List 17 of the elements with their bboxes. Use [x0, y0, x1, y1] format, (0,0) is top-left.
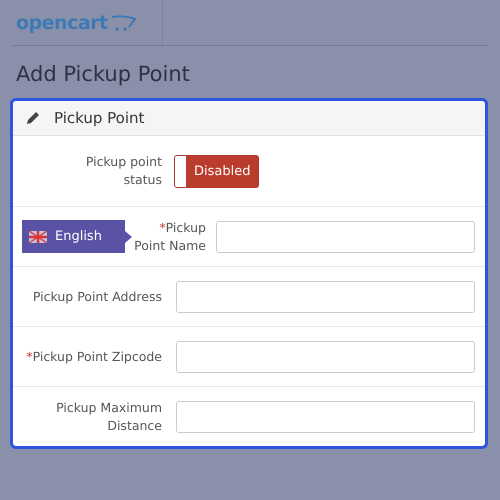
- field-label: *Pickup Point Name: [133, 218, 207, 254]
- input-field[interactable]: [176, 340, 475, 372]
- logo-text: opencart: [16, 12, 108, 34]
- flag-icon: [29, 230, 47, 242]
- field-label: Pickup Maximum Distance: [55, 398, 163, 434]
- pencil-icon: [26, 111, 40, 125]
- field-label: Pickup point status: [84, 153, 163, 189]
- input-field[interactable]: [216, 220, 475, 252]
- language-name: English: [55, 229, 102, 244]
- input-field[interactable]: [176, 400, 475, 432]
- field-label: Pickup Point Address: [32, 288, 163, 306]
- status-toggle[interactable]: Disabled: [174, 154, 260, 188]
- cart-icon: [110, 14, 136, 30]
- panel-title: Pickup Point: [54, 109, 144, 127]
- page-title: Add Pickup Point: [16, 62, 191, 86]
- field-label: *Pickup Point Zipcode: [25, 348, 163, 366]
- input-field[interactable]: [176, 280, 475, 312]
